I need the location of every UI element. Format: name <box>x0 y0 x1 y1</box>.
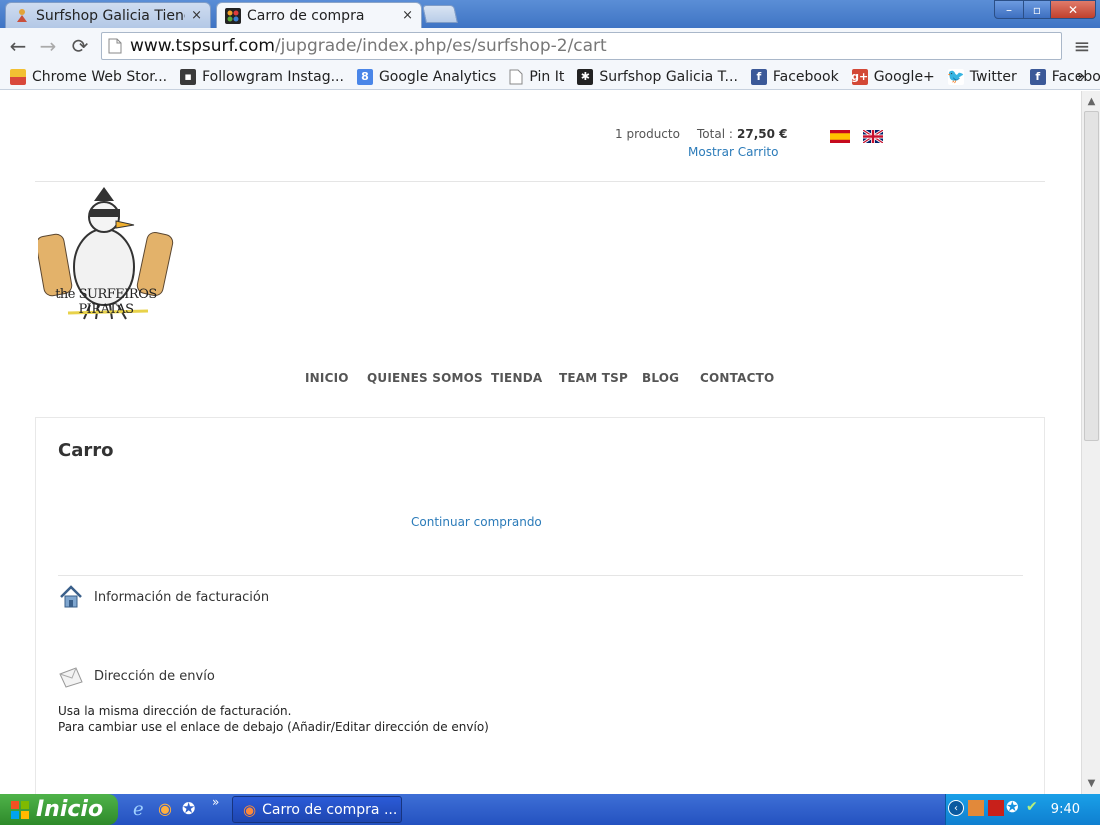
chrome-quicklaunch-icon[interactable]: ◉ <box>158 799 172 818</box>
bookmark-item[interactable]: 🐦 Twitter <box>947 68 1017 85</box>
maximize-button[interactable]: ▫ <box>1023 0 1051 19</box>
shipping-address-title: Dirección de envío <box>94 669 215 684</box>
back-icon[interactable]: ← <box>6 34 30 58</box>
bookmark-item[interactable]: 8 Google Analytics <box>356 68 496 85</box>
site-logo[interactable]: the SURFEIROS PIRATAS <box>35 185 174 325</box>
envelope-icon <box>59 667 83 688</box>
url-host: www.tspsurf.com <box>130 36 275 56</box>
windows-taskbar: Inicio ℯ ◉ ✪ » ◉ Carro de compra ... ‹ ✪… <box>0 794 1100 825</box>
followgram-icon: ▪ <box>180 68 197 85</box>
close-icon[interactable]: × <box>402 8 413 23</box>
cart-total-label: Total : <box>697 127 733 141</box>
cart-total-value: 27,50 € <box>737 127 788 141</box>
page-icon <box>509 69 523 84</box>
menu-item-team-tsp[interactable]: TEAM TSP <box>559 371 628 385</box>
googleplus-icon: g+ <box>851 68 869 85</box>
cart-content-box: Carro Continuar comprando Información de… <box>35 417 1045 794</box>
address-bar[interactable]: www.tspsurf.com/jupgrade/index.php/es/su… <box>101 32 1062 60</box>
continue-shopping-link[interactable]: Continuar comprando <box>411 515 542 529</box>
cart-product-count: 1 producto <box>615 127 680 141</box>
page-title: Carro <box>58 440 114 461</box>
joomla-icon: ✱ <box>577 68 594 85</box>
forward-icon[interactable]: → <box>36 34 60 58</box>
new-tab-button[interactable] <box>422 5 458 23</box>
system-tray: ‹ ✪ ✔ 9:40 <box>945 794 1100 825</box>
bookmark-item[interactable]: f Facebook <box>750 68 839 85</box>
scroll-down-icon[interactable]: ▼ <box>1082 775 1100 791</box>
chrome-icon: ◉ <box>243 800 257 819</box>
tray-check-icon[interactable]: ✔ <box>1026 799 1038 815</box>
tray-star-icon[interactable]: ✪ <box>1006 798 1019 816</box>
internet-explorer-icon[interactable]: ℯ <box>133 799 144 820</box>
bookmark-item[interactable]: g+ Google+ <box>851 68 935 85</box>
facebook-icon: f <box>1029 68 1046 85</box>
windows-logo-icon <box>11 800 29 819</box>
show-cart-link[interactable]: Mostrar Carrito <box>688 145 778 159</box>
bookmarks-bar: Chrome Web Stor... ▪ Followgram Instag..… <box>0 64 1100 90</box>
shipping-note-same: Usa la misma dirección de facturación. <box>58 704 292 718</box>
close-icon[interactable]: × <box>191 8 202 23</box>
logo-text: the SURFEIROS PIRATAS <box>55 287 157 317</box>
bookmark-item[interactable]: Pin It <box>509 69 564 85</box>
surfer-favicon-icon <box>17 8 27 22</box>
clock: 9:40 <box>1050 802 1080 817</box>
house-icon <box>60 585 82 608</box>
bookmark-item[interactable]: ▪ Followgram Instag... <box>180 68 344 85</box>
chrome-store-icon <box>10 68 26 85</box>
tray-expand-icon[interactable]: ‹ <box>948 800 964 816</box>
joomla-favicon-icon <box>225 7 241 24</box>
bookmarks-overflow-icon[interactable]: » <box>1077 69 1086 85</box>
bookmark-item[interactable]: Chrome Web Stor... <box>10 68 167 85</box>
shipping-note-change: Para cambiar use el enlace de debajo (Añ… <box>58 720 489 734</box>
menu-item-contacto[interactable]: CONTACTO <box>700 371 774 385</box>
reload-icon[interactable]: ⟳ <box>68 34 92 58</box>
page-icon <box>108 38 122 54</box>
start-button[interactable]: Inicio <box>0 794 118 825</box>
quicklaunch-app-icon[interactable]: ✪ <box>182 799 195 818</box>
tray-app-icon[interactable] <box>968 800 984 816</box>
spain-flag-icon[interactable] <box>830 130 850 143</box>
menu-item-inicio[interactable]: INICIO <box>305 371 349 385</box>
menu-item-blog[interactable]: BLOG <box>642 371 679 385</box>
scrollbar-thumb[interactable] <box>1084 111 1099 441</box>
header-divider <box>35 181 1045 182</box>
billing-info-title: Información de facturación <box>94 590 270 605</box>
page-scrollbar[interactable]: ▲ ▼ <box>1081 91 1100 794</box>
menu-item-tienda[interactable]: TIENDA <box>491 371 542 385</box>
window-title-bar: Surfshop Galicia Tienda × Carro de compr… <box>0 0 1100 28</box>
twitter-icon: 🐦 <box>947 68 965 85</box>
minimize-button[interactable]: – <box>994 0 1024 19</box>
google-analytics-icon: 8 <box>356 68 373 85</box>
url-path: /jupgrade/index.php/es/surfshop-2/cart <box>274 36 607 56</box>
quicklaunch-overflow-icon[interactable]: » <box>212 795 219 809</box>
page-viewport: 1 producto Total : 27,50 € Mostrar Carri… <box>0 91 1081 794</box>
scroll-up-icon[interactable]: ▲ <box>1082 93 1100 109</box>
taskbar-window-chrome[interactable]: ◉ Carro de compra ... <box>232 796 402 823</box>
close-window-button[interactable]: ✕ <box>1050 0 1096 19</box>
section-divider <box>58 575 1023 576</box>
facebook-icon: f <box>750 68 767 85</box>
tab-carro-de-compra[interactable]: Carro de compra × <box>216 2 422 28</box>
menu-item-quienes-somos[interactable]: QUIENES SOMOS <box>367 371 483 385</box>
acrobat-tray-icon[interactable] <box>988 800 1004 816</box>
tab-surfshop-galicia[interactable]: Surfshop Galicia Tienda × <box>5 2 211 28</box>
bookmark-item[interactable]: f Facebook <box>1029 68 1100 85</box>
uk-flag-icon[interactable] <box>863 130 883 143</box>
menu-icon[interactable]: ≡ <box>1070 34 1094 58</box>
bookmark-item[interactable]: ✱ Surfshop Galicia T... <box>577 68 738 85</box>
